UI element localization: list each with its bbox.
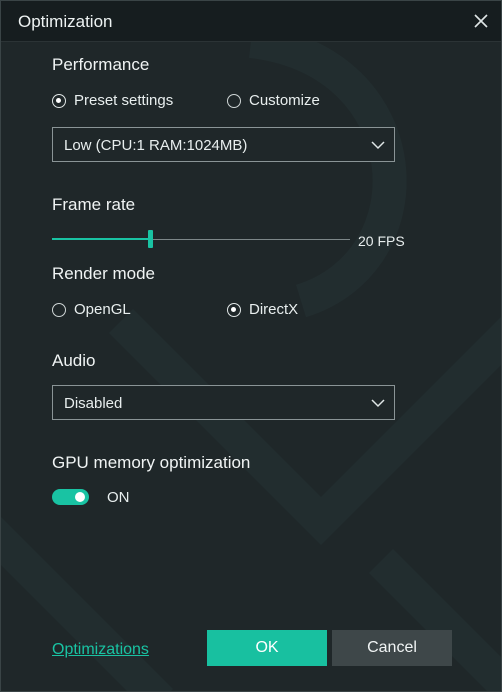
performance-preset-value: Low (CPU:1 RAM:1024MB) bbox=[64, 137, 248, 154]
audio-select[interactable]: Disabled bbox=[52, 385, 395, 420]
ok-button[interactable]: OK bbox=[207, 630, 327, 666]
optimization-dialog: Optimization Performance Preset settings… bbox=[0, 0, 502, 692]
gpu-memory-label: GPU memory optimization bbox=[52, 453, 251, 472]
render-mode-label: Render mode bbox=[52, 264, 156, 283]
toggle-knob bbox=[75, 492, 85, 502]
chevron-down-icon bbox=[371, 141, 385, 150]
frame-rate-slider[interactable] bbox=[52, 229, 350, 249]
performance-preset-select[interactable]: Low (CPU:1 RAM:1024MB) bbox=[52, 127, 395, 162]
close-button[interactable] bbox=[469, 9, 493, 33]
cancel-button[interactable]: Cancel bbox=[332, 630, 452, 666]
close-icon bbox=[474, 14, 488, 28]
preset-settings-radio[interactable]: Preset settings bbox=[52, 92, 173, 109]
radio-indicator bbox=[52, 302, 66, 317]
customize-label: Customize bbox=[249, 92, 320, 109]
performance-label: Performance bbox=[52, 55, 150, 74]
customize-radio[interactable]: Customize bbox=[227, 92, 320, 109]
frame-rate-value: 20 FPS bbox=[358, 233, 405, 249]
audio-value: Disabled bbox=[64, 395, 123, 412]
chevron-down-icon bbox=[371, 399, 385, 408]
directx-radio[interactable]: DirectX bbox=[227, 301, 298, 318]
audio-label: Audio bbox=[52, 351, 96, 370]
optimizations-link[interactable]: Optimizations bbox=[52, 641, 149, 659]
title-bar: Optimization bbox=[1, 1, 501, 42]
frame-rate-label: Frame rate bbox=[52, 195, 136, 214]
directx-label: DirectX bbox=[249, 301, 299, 318]
slider-thumb[interactable] bbox=[148, 230, 153, 248]
dialog-title: Optimization bbox=[18, 12, 113, 31]
slider-fill bbox=[52, 238, 150, 240]
radio-indicator-checked bbox=[52, 93, 66, 108]
radio-indicator-checked bbox=[227, 302, 241, 317]
gpu-memory-state: ON bbox=[107, 489, 130, 506]
radio-indicator bbox=[227, 93, 241, 108]
opengl-label: OpenGL bbox=[74, 301, 131, 318]
opengl-radio[interactable]: OpenGL bbox=[52, 301, 131, 318]
preset-settings-label: Preset settings bbox=[74, 92, 174, 109]
gpu-memory-toggle[interactable] bbox=[52, 489, 89, 505]
